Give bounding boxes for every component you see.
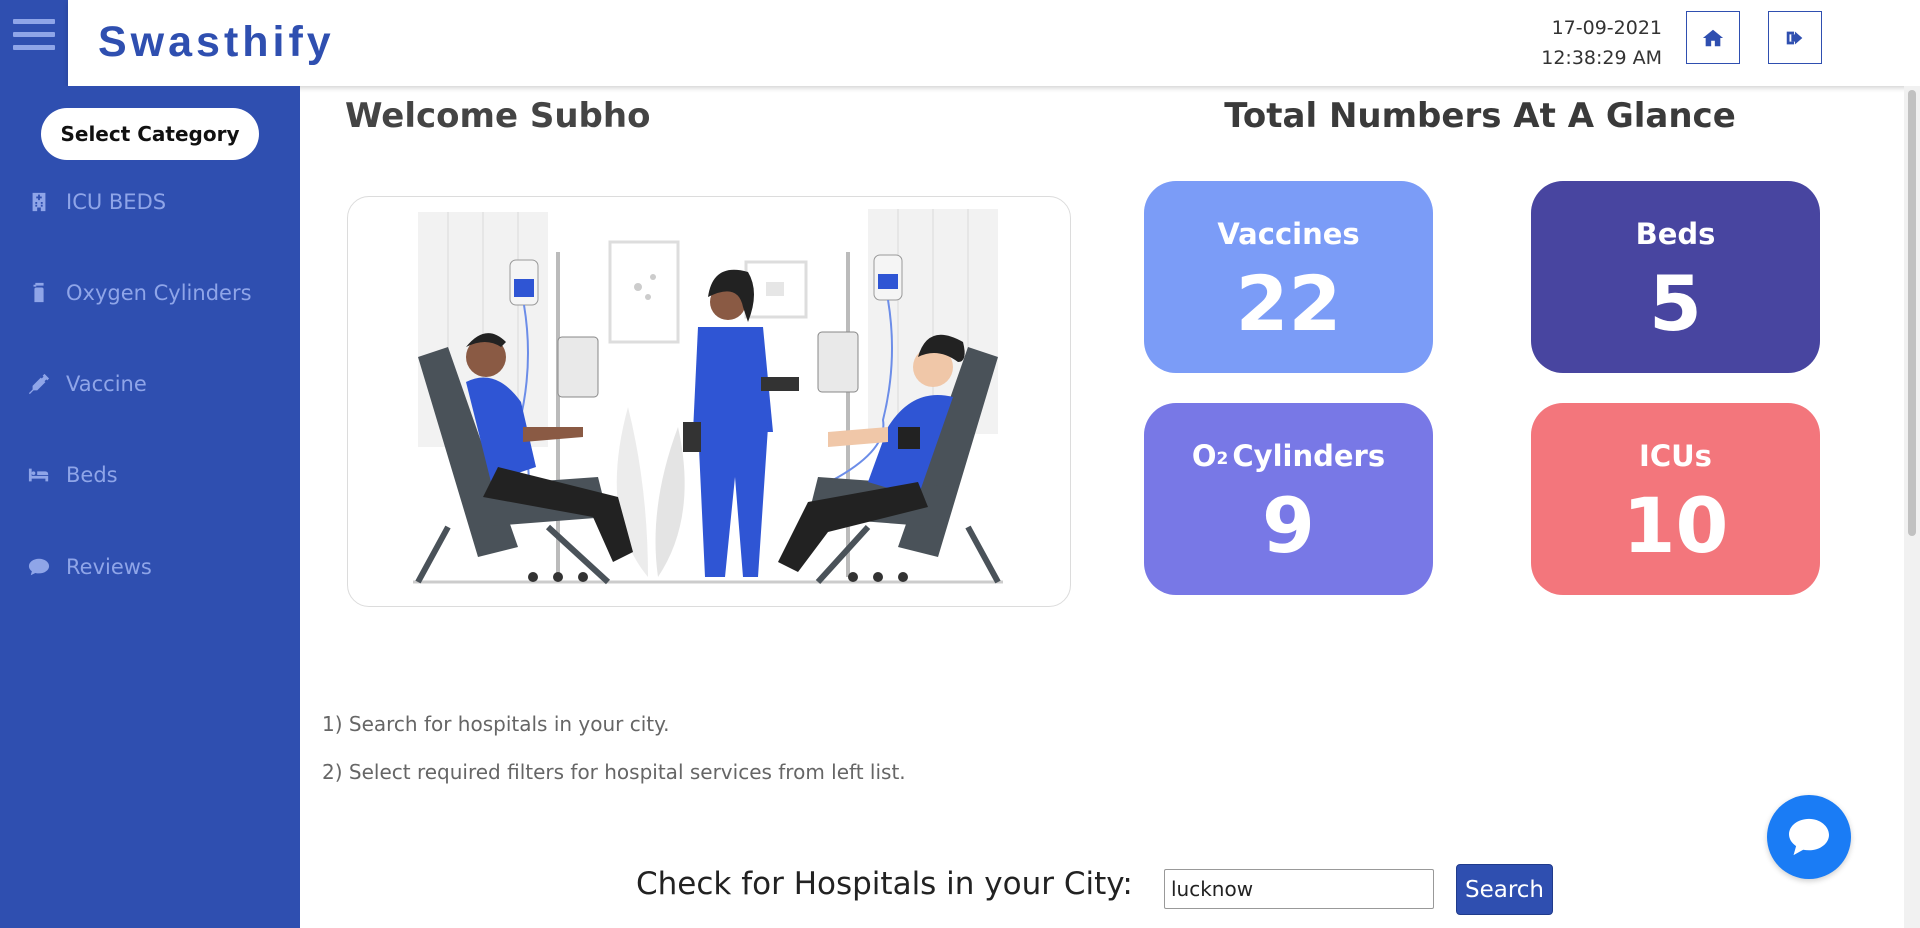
stat-value: 9: [1262, 481, 1315, 570]
stat-value: 10: [1622, 481, 1729, 570]
menu-toggle-button[interactable]: [0, 0, 68, 86]
healthcare-illustration: [347, 196, 1071, 607]
top-bar: Swasthify 17-09-2021 12:38:29 AM: [68, 0, 1920, 86]
current-date: 17-09-2021: [1551, 17, 1662, 39]
scrollbar-thumb[interactable]: [1908, 90, 1916, 536]
stat-label: O2 Cylinders: [1144, 439, 1433, 473]
welcome-heading: Welcome Subho: [345, 96, 651, 136]
stat-label-prefix: O: [1191, 439, 1217, 473]
stat-label-subscript: 2: [1216, 449, 1229, 469]
glance-heading: Total Numbers At A Glance: [1224, 96, 1736, 136]
sidebar-item-beds[interactable]: Beds: [28, 463, 118, 487]
logout-button[interactable]: [1768, 11, 1822, 64]
current-time: 12:38:29 AM: [1541, 47, 1662, 69]
sidebar-item-reviews[interactable]: Reviews: [28, 555, 152, 579]
syringe-icon: [28, 373, 50, 395]
sidebar-item-vaccine[interactable]: Vaccine: [28, 372, 147, 396]
comment-icon: [28, 558, 50, 576]
stat-label: ICUs: [1639, 439, 1712, 473]
sidebar-item-label: Beds: [66, 463, 118, 487]
stat-card-cylinders: O2 Cylinders 9: [1144, 403, 1433, 595]
stat-label: Vaccines: [1217, 217, 1360, 251]
stat-label-text: Cylinders: [1232, 439, 1386, 473]
stat-card-vaccines: Vaccines 22: [1144, 181, 1433, 373]
stat-card-icus: ICUs 10: [1531, 403, 1820, 595]
stat-label: Beds: [1635, 217, 1716, 251]
brand-logo[interactable]: Swasthify: [98, 18, 335, 67]
hospital-building-icon: [32, 192, 46, 212]
stat-value: 22: [1235, 259, 1342, 348]
city-search-input[interactable]: [1164, 869, 1434, 909]
chat-button[interactable]: [1767, 795, 1851, 879]
sidebar-item-label: ICU BEDS: [66, 190, 167, 214]
datetime: 17-09-2021 12:38:29 AM: [1541, 13, 1662, 73]
sidebar: Select Category ICU BEDS Oxygen Cylinder…: [0, 86, 300, 928]
select-category-button[interactable]: Select Category: [41, 108, 259, 160]
stat-value: 5: [1649, 259, 1702, 348]
bed-icon: [28, 468, 49, 482]
search-button[interactable]: Search: [1456, 864, 1553, 915]
sign-out-icon: [1786, 31, 1803, 44]
page-scrollbar[interactable]: [1904, 86, 1920, 928]
home-button[interactable]: [1686, 11, 1740, 64]
sidebar-item-label: Reviews: [66, 555, 152, 579]
instruction-step-2: 2) Select required filters for hospital …: [322, 760, 906, 784]
instruction-step-1: 1) Search for hospitals in your city.: [322, 712, 670, 736]
oxygen-cylinder-icon: [33, 282, 44, 303]
hamburger-icon: [13, 18, 55, 50]
sidebar-item-icu-beds[interactable]: ICU BEDS: [28, 190, 166, 214]
illustration-graphic: [413, 209, 1003, 585]
home-icon: [1702, 29, 1724, 46]
sidebar-item-oxygen-cylinders[interactable]: Oxygen Cylinders: [28, 281, 252, 305]
sidebar-item-label: Oxygen Cylinders: [66, 281, 252, 305]
stat-card-beds: Beds 5: [1531, 181, 1820, 373]
sidebar-item-label: Vaccine: [66, 372, 147, 396]
city-search-label: Check for Hospitals in your City:: [636, 866, 1133, 902]
chat-bubble-icon: [1789, 818, 1829, 856]
